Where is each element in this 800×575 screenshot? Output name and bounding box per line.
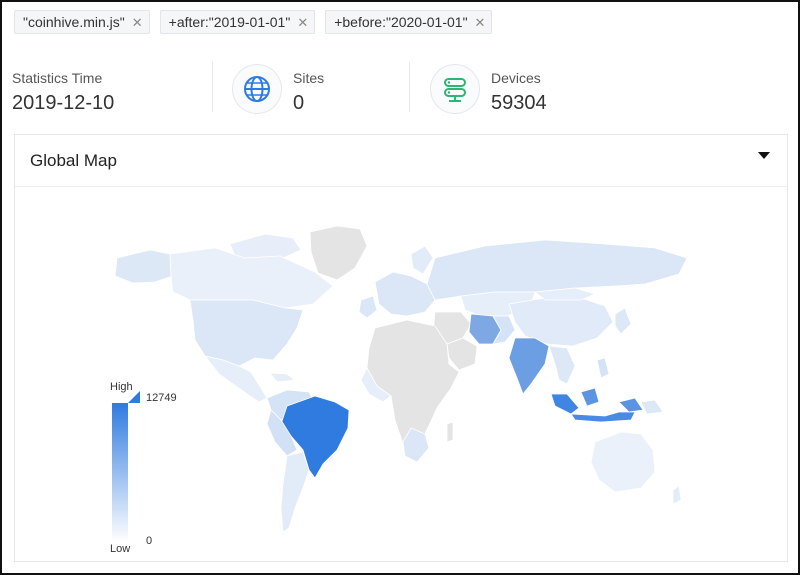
devices-value: 59304 [491, 92, 547, 114]
map-region-alaska[interactable] [114, 249, 174, 284]
filter-tag[interactable]: +after:"2019-01-01" ✕ [159, 10, 316, 34]
map-panel-header: Global Map [15, 135, 787, 187]
statistics-time-label: Statistics Time [12, 70, 103, 86]
map-region-madagascar[interactable] [446, 421, 454, 443]
map-region-southeast-asia[interactable] [548, 345, 576, 385]
filter-tag[interactable]: +before:"2020-01-01" ✕ [325, 10, 493, 34]
map-region-indonesia-java[interactable] [570, 411, 636, 423]
filter-tag-label: +before:"2020-01-01" [334, 14, 468, 30]
legend-max-value: 12749 [146, 392, 177, 404]
legend-color-scale[interactable] [112, 403, 128, 542]
map-region-caribbean[interactable] [269, 372, 297, 383]
map-region-indonesia-sumatra[interactable] [550, 393, 580, 415]
app-frame: "coinhive.min.js" ✕ +after:"2019-01-01" … [0, 0, 800, 575]
map-region-arabia[interactable] [446, 337, 478, 371]
server-icon [430, 64, 480, 114]
sites-value: 0 [293, 92, 305, 114]
map-region-arctic-islands[interactable] [229, 233, 302, 261]
legend-min-value: 0 [146, 535, 153, 547]
map-title: Global Map [30, 151, 117, 170]
statistics-time-value: 2019-12-10 [12, 92, 115, 114]
filter-tag-label: +after:"2019-01-01" [168, 14, 291, 30]
map-region-europe[interactable] [374, 271, 436, 317]
map-region-greenland[interactable] [309, 225, 368, 281]
map-region-indonesia-east[interactable] [618, 397, 644, 413]
devices-label: Devices [491, 70, 541, 86]
divider [212, 62, 213, 112]
close-icon[interactable]: ✕ [132, 16, 143, 29]
legend-marker [128, 391, 140, 403]
map-region-scandinavia[interactable] [410, 245, 434, 275]
map-region-philippines[interactable] [596, 357, 610, 379]
divider [409, 62, 410, 112]
close-icon[interactable]: ✕ [297, 16, 308, 29]
globe-icon [232, 64, 282, 114]
global-map-panel: Global Map High 12749 0 Low [14, 134, 788, 562]
close-icon[interactable]: ✕ [475, 16, 486, 29]
map-region-iberia[interactable] [358, 295, 378, 319]
legend-low-label: Low [110, 543, 131, 555]
filter-tag[interactable]: "coinhive.min.js" ✕ [14, 10, 150, 34]
map-region-papua[interactable] [640, 399, 664, 415]
caret-down-icon[interactable] [758, 152, 770, 159]
sites-label: Sites [293, 70, 325, 86]
world-map[interactable] [15, 188, 787, 562]
map-region-argentina[interactable] [280, 451, 310, 533]
filter-tag-label: "coinhive.min.js" [23, 14, 125, 30]
map-region-india[interactable] [508, 337, 550, 395]
map-region-japan[interactable] [614, 307, 632, 335]
map-region-indonesia-borneo[interactable] [580, 387, 600, 407]
map-region-australia[interactable] [590, 431, 656, 493]
filter-tag-list: "coinhive.min.js" ✕ +after:"2019-01-01" … [14, 10, 493, 34]
map-region-new-zealand[interactable] [672, 485, 682, 505]
stats-bar: Statistics Time 2019-12-10 Sites 0 Devic… [2, 58, 800, 124]
